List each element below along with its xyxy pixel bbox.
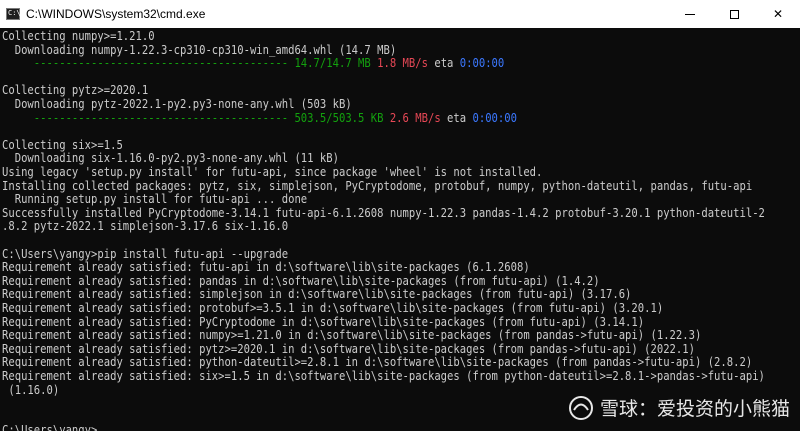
title-bar[interactable]: C:\ C:\WINDOWS\system32\cmd.exe ✕ [0, 0, 800, 28]
maximize-button[interactable] [712, 0, 756, 28]
console-line: ----------------------------------------… [2, 111, 517, 125]
console-line-text: Collecting pytz>=2020.1 [2, 83, 149, 98]
console-line-text: Requirement already satisfied: pandas in… [2, 273, 600, 288]
console-line-segment: ---------------------------------------- [33, 56, 289, 71]
console-line-text: Running setup.py install for futu-api ..… [2, 192, 308, 207]
console-line: Requirement already satisfied: protobuf>… [2, 301, 663, 315]
console-line: Running setup.py install for futu-api ..… [2, 192, 307, 206]
console-line-segment: eta [440, 110, 473, 125]
console-line-segment: ---------------------------------------- [33, 110, 289, 125]
console-line-segment: 503.5/503.5 KB [288, 110, 384, 125]
close-button[interactable]: ✕ [756, 0, 800, 28]
console-line-text: Collecting six>=1.5 [2, 137, 123, 152]
console-line: Collecting numpy>=1.21.0 [2, 29, 155, 43]
console-line: Requirement already satisfied: python-da… [2, 355, 752, 369]
console-line-text: C:\Users\yangy>pip install futu-api --up… [2, 246, 289, 261]
console-line: Collecting six>=1.5 [2, 138, 123, 152]
cmd-app-icon-text: C:\ [8, 9, 21, 17]
console-line-segment: 0:00:00 [459, 56, 505, 71]
maximize-icon [729, 9, 739, 19]
console-line-segment: eta [427, 56, 460, 71]
console-line: Requirement already satisfied: futu-api … [2, 260, 530, 274]
console-line-text: Requirement already satisfied: protobuf>… [2, 301, 664, 315]
window-title: C:\WINDOWS\system32\cmd.exe [26, 7, 206, 21]
console-line-text: Downloading numpy-1.22.3-cp310-cp310-win… [2, 42, 397, 57]
console-line-text: Installing collected packages: pytz, six… [2, 178, 753, 193]
cmd-window: C:\ C:\WINDOWS\system32\cmd.exe ✕ Collec… [0, 0, 800, 431]
console-line-text: Downloading six-1.16.0-py2.py3-none-any.… [2, 151, 339, 166]
console-line: (1.16.0) [2, 383, 59, 397]
console-line-text: Using legacy 'setup.py install' for futu… [2, 165, 543, 179]
console-line-text: Requirement already satisfied: futu-api … [2, 260, 530, 275]
console-line: Requirement already satisfied: PyCryptod… [2, 315, 644, 329]
console-output[interactable]: Collecting numpy>=1.21.0 Downloading num… [0, 28, 800, 431]
watermark: 雪球：爱投资的小熊猫 [568, 394, 790, 421]
console-line: Successfully installed PyCryptodome-3.14… [2, 206, 765, 220]
minimize-button[interactable] [668, 0, 712, 28]
console-line-segment [2, 56, 34, 70]
console-line-text: .8.2 pytz-2022.1 simplejson-3.17.6 six-1… [2, 219, 289, 234]
console-line-text: Requirement already satisfied: PyCryptod… [2, 314, 645, 329]
console-line-text: Requirement already satisfied: simplejso… [2, 287, 632, 302]
console-line: Using legacy 'setup.py install' for futu… [2, 165, 542, 179]
console-line: C:\Users\yangy>pip install futu-api --up… [2, 247, 288, 261]
console-line: ----------------------------------------… [2, 56, 504, 70]
console-line: Downloading pytz-2022.1-py2.py3-none-any… [2, 97, 352, 111]
console-line: Requirement already satisfied: pytz>=202… [2, 342, 695, 356]
snowball-logo-icon [568, 395, 593, 420]
console-line: .8.2 pytz-2022.1 simplejson-3.17.6 six-1… [2, 219, 288, 233]
watermark-text: 雪球：爱投资的小熊猫 [599, 398, 790, 420]
console-line-text: Requirement already satisfied: pytz>=202… [2, 341, 695, 356]
console-line-text: Requirement already satisfied: python-da… [2, 355, 753, 370]
console-line-text: (1.16.0) [2, 382, 60, 397]
console-line-segment [2, 111, 34, 125]
console-line: Requirement already satisfied: simplejso… [2, 287, 631, 301]
console-line-text: C:\Users\yangy> [2, 423, 98, 431]
console-line: Requirement already satisfied: pandas in… [2, 274, 600, 288]
console-line-text: Collecting numpy>=1.21.0 [2, 29, 155, 43]
console-line-segment: 0:00:00 [472, 110, 517, 125]
cmd-app-icon[interactable]: C:\ [6, 8, 21, 20]
console-line-segment: 14.7/14.7 MB [288, 56, 371, 71]
console-line-text: Requirement already satisfied: six>=1.5 … [2, 369, 765, 383]
console-line-text: Requirement already satisfied: numpy>=1.… [2, 328, 702, 343]
console-line-text: Successfully installed PyCryptodome-3.14… [2, 205, 765, 220]
console-line-segment: 2.6 MB/s [383, 110, 441, 125]
console-line: Collecting pytz>=2020.1 [2, 83, 148, 97]
console-line-segment: 1.8 MB/s [370, 56, 428, 71]
minimize-icon [685, 13, 695, 15]
console-line: Downloading numpy-1.22.3-cp310-cp310-win… [2, 43, 396, 57]
console-line: Requirement already satisfied: six>=1.5 … [2, 369, 765, 383]
console-line: C:\Users\yangy> [2, 423, 104, 431]
close-icon: ✕ [772, 7, 784, 21]
console-line-text: Downloading pytz-2022.1-py2.py3-none-any… [2, 97, 352, 111]
console-line: Installing collected packages: pytz, six… [2, 179, 752, 193]
console-line: Requirement already satisfied: numpy>=1.… [2, 328, 701, 342]
window-controls: ✕ [668, 0, 800, 28]
console-line: Downloading six-1.16.0-py2.py3-none-any.… [2, 151, 339, 165]
